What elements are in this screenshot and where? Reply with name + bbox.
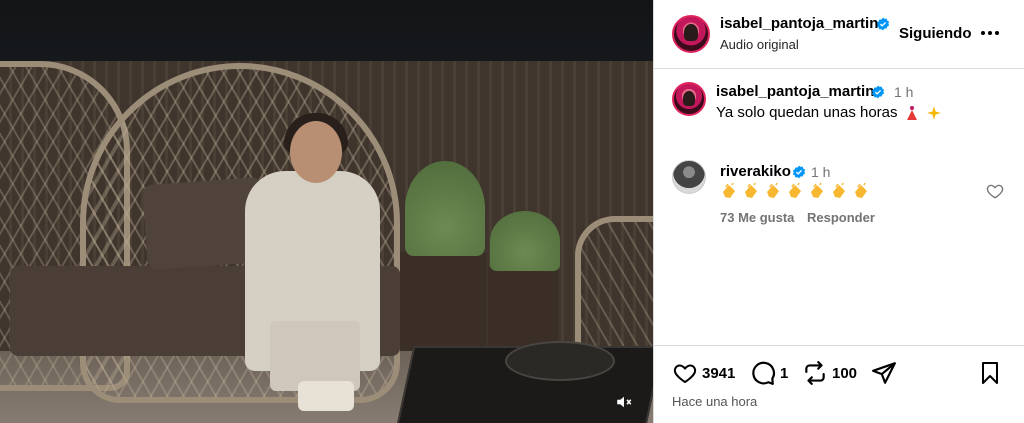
mute-toggle-button[interactable] — [612, 391, 636, 413]
clap-emoji — [745, 183, 757, 198]
comment-count: 1 — [780, 364, 789, 382]
caption-username[interactable]: isabel_pantoja_martin — [716, 83, 874, 100]
post-timestamp[interactable]: Hace una hora — [672, 394, 757, 409]
clap-emoji — [855, 183, 867, 198]
caption-text: Ya solo quedan unas horas — [716, 104, 898, 121]
sparkles-emoji — [926, 105, 941, 120]
clap-emoji — [789, 183, 801, 198]
caption-avatar[interactable] — [672, 82, 706, 116]
post-header: isabel_pantoja_martin Audio original Sig… — [654, 0, 1024, 69]
verified-badge-icon — [876, 17, 890, 31]
more-dots-icon — [981, 31, 999, 35]
actions-divider — [654, 345, 1024, 346]
repost-icon — [805, 361, 825, 385]
clap-emoji — [767, 183, 779, 198]
post-media[interactable] — [0, 0, 653, 423]
repost-button[interactable]: 100 — [802, 359, 857, 387]
video-frame[interactable] — [0, 61, 653, 423]
commenter-avatar[interactable] — [672, 160, 706, 194]
send-icon — [872, 362, 896, 384]
comment-username[interactable]: riverakiko — [720, 163, 791, 180]
plant — [490, 211, 560, 271]
media-letterbox — [0, 0, 653, 61]
verified-badge-icon — [871, 85, 885, 99]
following-button[interactable]: Siguiendo — [899, 25, 972, 42]
like-count: 3941 — [702, 364, 736, 382]
post-sidebar: isabel_pantoja_martin Audio original Sig… — [653, 0, 1024, 423]
clap-emoji — [811, 183, 823, 198]
share-button[interactable] — [871, 359, 897, 387]
person-head — [290, 121, 342, 183]
clap-emoji — [833, 183, 845, 198]
author-avatar[interactable] — [672, 15, 710, 53]
like-button[interactable]: 3941 — [672, 359, 735, 387]
shoe-right — [320, 381, 354, 411]
caption: Ya solo quedan unas horas — [716, 104, 942, 121]
decor-bowl — [505, 341, 615, 381]
plant — [405, 161, 485, 256]
repost-count: 100 — [832, 364, 858, 382]
author-username[interactable]: isabel_pantoja_martin — [720, 15, 878, 32]
comment-button[interactable]: 1 — [750, 359, 788, 387]
clap-emoji — [723, 183, 735, 198]
comment-bubble-icon — [752, 361, 775, 385]
comment-timestamp[interactable]: 1 h — [811, 164, 830, 180]
caption-timestamp[interactable]: 1 h — [894, 84, 913, 100]
muted-speaker-icon — [617, 396, 632, 408]
comment-like-heart-icon[interactable] — [986, 182, 1004, 200]
save-button[interactable] — [978, 359, 1002, 387]
comment-text — [720, 183, 870, 199]
comment-likes[interactable]: 73 Me gusta — [720, 210, 794, 225]
verified-badge-icon — [792, 165, 806, 179]
more-options-button[interactable] — [978, 23, 1002, 43]
dancer-emoji — [906, 105, 917, 120]
heart-icon — [673, 364, 697, 384]
plant-pot — [400, 251, 486, 351]
bookmark-icon — [982, 362, 998, 384]
audio-label[interactable]: Audio original — [720, 37, 799, 52]
reply-button[interactable]: Responder — [807, 210, 875, 225]
